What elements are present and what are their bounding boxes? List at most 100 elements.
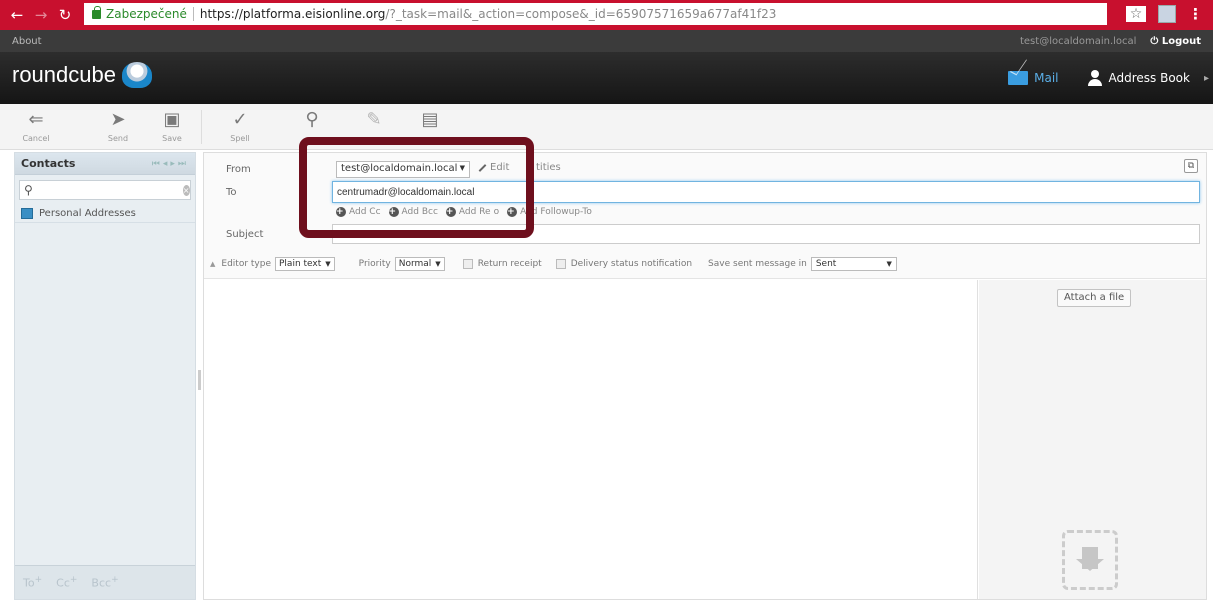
- attachments-pane: Attach a file: [979, 280, 1206, 599]
- save-sent-label: Save sent message in: [708, 259, 807, 269]
- save-sent-value: Sent: [815, 259, 837, 269]
- editor-type-select[interactable]: Plain text ▼: [275, 257, 335, 271]
- add-replyto-link[interactable]: + Add Re o: [445, 207, 500, 217]
- forward-icon[interactable]: →: [34, 6, 48, 24]
- url-path: /?_task=mail&_action=compose&_id=6590757…: [385, 7, 777, 21]
- return-receipt-label: Return receipt: [477, 259, 542, 269]
- attach-file-button[interactable]: Attach a file: [1057, 289, 1132, 307]
- addressbook-label: Personal Addresses: [39, 208, 136, 219]
- add-replyto-label-end: o: [493, 207, 500, 217]
- dsn-checkbox[interactable]: [555, 259, 566, 269]
- add-followup-link[interactable]: + Add Followup-To: [507, 207, 592, 217]
- addressbook-icon: [21, 208, 33, 219]
- address-bar[interactable]: Zabezpečené https://platforma.eisionline…: [84, 3, 1107, 25]
- lock-icon: [92, 5, 101, 19]
- secure-label: Zabezpečené: [106, 7, 187, 21]
- responses-button[interactable]: ▤: [408, 106, 452, 148]
- contacts-title: Contacts: [21, 157, 76, 170]
- about-link[interactable]: About: [12, 36, 42, 47]
- plus-icon: +: [336, 207, 346, 217]
- insert-to-label: To: [23, 576, 35, 590]
- spellcheck-icon: ✓: [232, 109, 248, 130]
- send-label: Send: [107, 134, 129, 143]
- add-cc-link[interactable]: + Add Cc: [336, 207, 381, 217]
- compose-area: From test@localdomain.local Edit tities …: [203, 152, 1207, 600]
- main-nav: Mail Address Book ▸: [994, 52, 1213, 104]
- chevron-down-icon: ▼: [325, 260, 331, 268]
- dsn-label: Delivery status notification: [570, 259, 693, 269]
- add-bcc-label: Add Bcc: [401, 207, 438, 217]
- current-user: test@localdomain.local: [1019, 35, 1137, 47]
- collapse-options-icon[interactable]: ▲: [210, 260, 215, 268]
- edit-identities-link[interactable]: Edit: [478, 162, 509, 173]
- insert-to-button[interactable]: To+: [23, 575, 42, 590]
- insert-bcc-button[interactable]: Bcc+: [91, 575, 118, 590]
- cancel-button[interactable]: ⇐ Cancel: [14, 106, 58, 148]
- nav-mail[interactable]: Mail: [994, 52, 1072, 104]
- document-icon: ▤: [421, 109, 439, 130]
- spell-button[interactable]: ✓ Spell: [218, 106, 262, 148]
- to-label: To: [226, 187, 237, 198]
- mail-icon: [1008, 71, 1029, 85]
- plus-icon: +: [507, 207, 518, 217]
- priority-value: Normal: [398, 259, 432, 269]
- subject-label: Subject: [226, 229, 264, 240]
- bookmark-star-icon[interactable]: ☆: [1126, 6, 1146, 22]
- clear-search-icon[interactable]: ×: [182, 184, 190, 196]
- search-icon: ⚲: [24, 183, 33, 197]
- send-button[interactable]: ➤ Send: [96, 106, 140, 148]
- logout-label: Logout: [1161, 35, 1201, 47]
- edit-label: Edit: [490, 162, 510, 173]
- spell-label: Spell: [230, 134, 250, 143]
- contacts-search-input[interactable]: [36, 184, 179, 196]
- panel-splitter[interactable]: [198, 370, 201, 390]
- nav-address-book[interactable]: Address Book: [1073, 52, 1204, 104]
- return-receipt-checkbox[interactable]: [462, 259, 473, 269]
- pencil-icon: [478, 163, 487, 172]
- drop-zone-icon[interactable]: [1062, 530, 1118, 590]
- roundcube-logo[interactable]: roundcube: [12, 62, 152, 88]
- message-body-editor[interactable]: [204, 280, 978, 599]
- top-line-right: test@localdomain.local ⏻ Logout: [1020, 36, 1201, 47]
- signature-button[interactable]: ✎: [352, 106, 396, 148]
- expand-icon[interactable]: ⧉: [1184, 159, 1198, 173]
- nav-mail-label: Mail: [1034, 71, 1059, 85]
- priority-select[interactable]: Normal ▼: [394, 257, 445, 271]
- browser-menu-icon[interactable]: ⋮: [1188, 5, 1203, 23]
- reload-icon[interactable]: ↻: [58, 6, 72, 24]
- chevron-down-icon: ▼: [435, 260, 441, 268]
- save-sent-select[interactable]: Sent ▼: [810, 257, 897, 271]
- contacts-header: Contacts ⏮◂▸⏭: [15, 153, 195, 175]
- attach-button[interactable]: ⚲: [290, 106, 334, 148]
- nav-more-icon[interactable]: ▸: [1204, 73, 1213, 84]
- top-line: About test@localdomain.local ⏻ Logout: [0, 30, 1213, 52]
- save-button[interactable]: ▣ Save: [150, 106, 194, 148]
- add-bcc-link[interactable]: + Add Bcc: [388, 207, 438, 217]
- to-input[interactable]: [332, 181, 1200, 203]
- chevron-down-icon: ▼: [886, 260, 892, 268]
- compose-options: ▲ Editor type Plain text ▼ Priority Norma…: [204, 253, 1206, 275]
- recipient-insert-bar: To+ Cc+ Bcc+: [15, 565, 195, 599]
- back-icon[interactable]: ←: [10, 6, 24, 24]
- insert-cc-button[interactable]: Cc+: [56, 575, 77, 590]
- compose-headers: From test@localdomain.local Edit tities …: [204, 153, 1206, 279]
- plus-icon: +: [388, 207, 399, 217]
- contacts-pager[interactable]: ⏮◂▸⏭: [152, 159, 189, 169]
- send-icon: ➤: [110, 109, 126, 130]
- editor-type-label: Editor type: [221, 259, 271, 269]
- signature-icon: ✎: [366, 109, 382, 130]
- logo-text: roundcube: [12, 62, 116, 87]
- add-cc-label: Add Cc: [349, 207, 381, 217]
- paperclip-icon: ⚲: [305, 109, 319, 130]
- contacts-search: ⚲ ×: [19, 180, 191, 200]
- extension-icon[interactable]: [1158, 5, 1176, 23]
- save-icon: ▣: [163, 109, 181, 130]
- subject-input[interactable]: [332, 224, 1200, 244]
- browser-actions: ☆ ⋮: [1126, 5, 1203, 23]
- addressbook-personal[interactable]: Personal Addresses: [15, 205, 195, 223]
- identities-text: tities: [536, 162, 561, 173]
- from-select[interactable]: test@localdomain.local: [336, 161, 470, 178]
- url-host: https://platforma.eisionline.org: [199, 7, 386, 21]
- priority-label: Priority: [358, 259, 391, 269]
- logout-button[interactable]: ⏻ Logout: [1150, 36, 1201, 47]
